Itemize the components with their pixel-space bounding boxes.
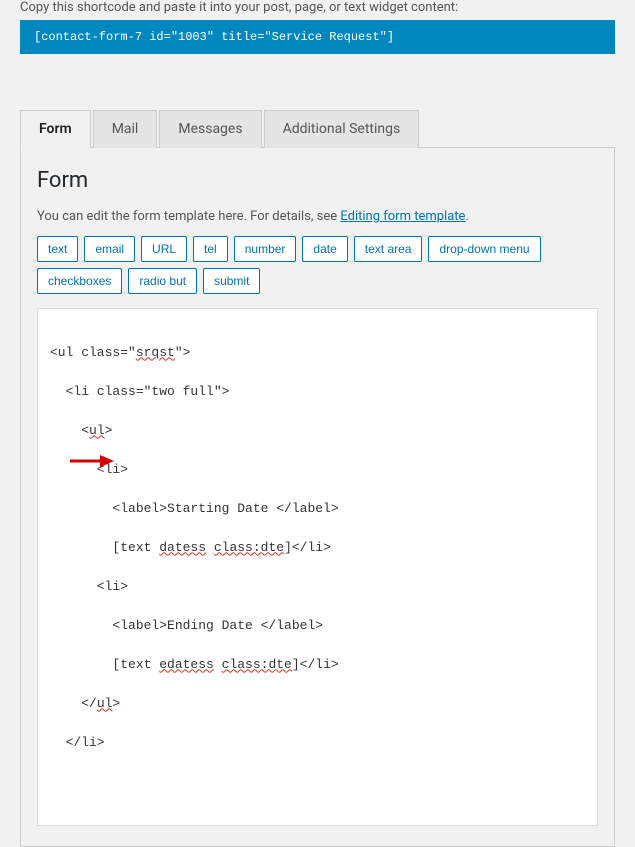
form-code-editor[interactable]: <ul class="srqst"> <li class="two full">… bbox=[37, 308, 598, 826]
tag-checkboxes-button[interactable]: checkboxes bbox=[37, 268, 122, 294]
tag-url-button[interactable]: URL bbox=[141, 236, 187, 262]
tag-text-button[interactable]: text bbox=[37, 236, 78, 262]
tab-form[interactable]: Form bbox=[20, 110, 91, 148]
desc-text-pre: You can edit the form template here. For… bbox=[37, 209, 340, 224]
tag-buttons-group: text email URL tel number date text area… bbox=[37, 236, 598, 294]
tab-mail[interactable]: Mail bbox=[93, 110, 158, 148]
tag-submit-button[interactable]: submit bbox=[203, 268, 260, 294]
link-editing-form-template[interactable]: Editing form template bbox=[340, 209, 465, 224]
tab-content-form: Form You can edit the form template here… bbox=[20, 148, 615, 847]
tag-radio-button[interactable]: radio but bbox=[128, 268, 197, 294]
tag-textarea-button[interactable]: text area bbox=[354, 236, 423, 262]
form-description: You can edit the form template here. For… bbox=[37, 209, 598, 224]
shortcode-instruction: Copy this shortcode and paste it into yo… bbox=[20, 0, 615, 15]
tag-tel-button[interactable]: tel bbox=[193, 236, 228, 262]
desc-text-post: . bbox=[465, 209, 468, 224]
tag-date-button[interactable]: date bbox=[302, 236, 347, 262]
tab-messages[interactable]: Messages bbox=[159, 110, 261, 148]
shortcode-bar[interactable]: [contact-form-7 id="1003" title="Service… bbox=[20, 20, 615, 54]
tag-email-button[interactable]: email bbox=[84, 236, 135, 262]
tag-number-button[interactable]: number bbox=[234, 236, 297, 262]
form-heading: Form bbox=[37, 168, 598, 193]
tag-dropdown-button[interactable]: drop-down menu bbox=[428, 236, 540, 262]
tabs: Form Mail Messages Additional Settings bbox=[20, 109, 615, 148]
tab-additional-settings[interactable]: Additional Settings bbox=[264, 110, 420, 148]
